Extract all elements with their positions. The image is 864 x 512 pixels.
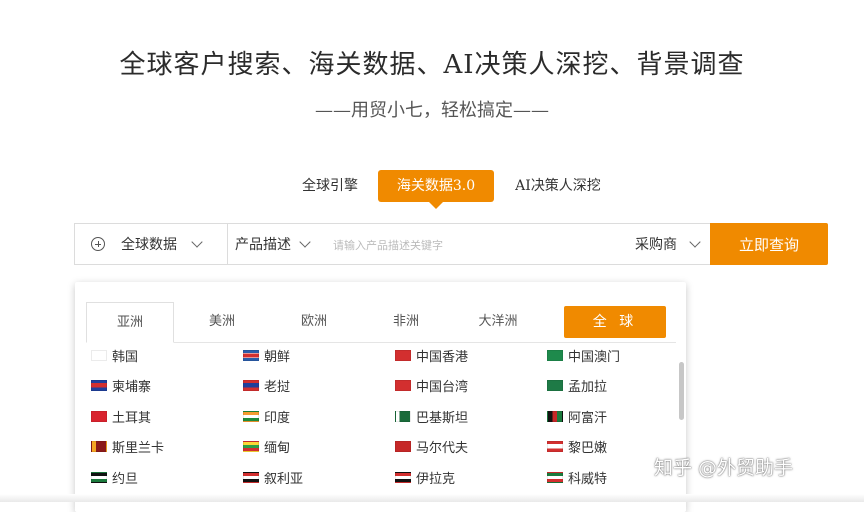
flag-kp-icon bbox=[243, 349, 259, 361]
flag-tr-icon bbox=[91, 410, 107, 422]
country-item[interactable]: 阿富汗 bbox=[547, 405, 607, 427]
country-label: 中国台湾 bbox=[416, 380, 469, 395]
country-label: 土耳其 bbox=[112, 410, 152, 426]
country-item[interactable]: 巴基斯坦 bbox=[395, 405, 468, 427]
flag-jo-icon bbox=[91, 471, 107, 483]
country-label: 黎巴嫩 bbox=[568, 441, 608, 456]
country-item[interactable]: 孟加拉 bbox=[547, 375, 607, 397]
country-item[interactable]: 中国台湾 bbox=[395, 375, 468, 397]
country-label: 孟加拉 bbox=[568, 380, 608, 395]
flag-la-icon bbox=[243, 380, 259, 391]
country-label: 约旦 bbox=[112, 471, 139, 487]
country-item[interactable]: 印度 bbox=[243, 405, 290, 427]
hero-subtitle: ——用贸小七，轻松搞定—— bbox=[315, 100, 549, 121]
country-item[interactable]: 约旦 bbox=[91, 466, 138, 488]
flag-af-icon bbox=[547, 410, 563, 422]
flag-sy-icon bbox=[243, 471, 259, 483]
search-field-label: 产品描述 bbox=[235, 237, 291, 253]
country-item[interactable]: 中国香港 bbox=[395, 344, 468, 366]
country-item[interactable]: 韩国 bbox=[91, 344, 138, 366]
flag-iq-icon bbox=[395, 471, 411, 483]
tab-customs-data[interactable]: 海关数据3.0 bbox=[378, 170, 494, 209]
country-item[interactable]: 老挝 bbox=[243, 375, 290, 397]
country-label: 科威特 bbox=[568, 471, 608, 487]
country-item[interactable]: 科威特 bbox=[547, 466, 607, 488]
data-scope-select[interactable]: 全球数据 bbox=[75, 224, 228, 264]
country-item[interactable]: 伊拉克 bbox=[395, 466, 455, 488]
tab-ai-decision-maker[interactable]: AI决策人深挖 bbox=[506, 170, 610, 202]
search-mode-tabs: 全球引擎 海关数据3.0 AI决策人深挖 bbox=[0, 170, 864, 209]
region-tab-oceania[interactable]: 大洋洲 bbox=[458, 302, 538, 342]
search-field-select[interactable]: 产品描述 bbox=[235, 224, 311, 264]
flag-mm-icon bbox=[243, 441, 259, 452]
flag-kw-icon bbox=[547, 471, 563, 483]
country-item[interactable]: 黎巴嫩 bbox=[547, 436, 607, 458]
role-label: 采购商 bbox=[635, 237, 677, 253]
flag-lk-icon bbox=[91, 441, 107, 452]
country-label: 中国澳门 bbox=[568, 349, 621, 365]
country-dropdown: 亚洲 美洲 欧洲 非洲 大洋洲 全 球 韩国 朝鲜 中国香港 中国澳门柬埔寨 老挝 中国台… bbox=[75, 282, 686, 512]
plus-circle-icon bbox=[91, 237, 105, 251]
flag-bd-icon bbox=[547, 380, 563, 391]
flag-pk-icon bbox=[395, 410, 411, 422]
country-item[interactable]: 斯里兰卡 bbox=[91, 436, 164, 458]
country-item[interactable]: 土耳其 bbox=[91, 405, 151, 427]
country-label: 阿富汗 bbox=[568, 410, 608, 426]
country-label: 马尔代夫 bbox=[416, 441, 469, 456]
watermark: 知乎 @外贸助手 bbox=[654, 457, 794, 479]
chevron-down-icon bbox=[689, 236, 701, 248]
country-label: 老挝 bbox=[264, 380, 291, 395]
search-submit-button[interactable]: 立即查询 bbox=[710, 223, 828, 265]
tab-global-engine[interactable]: 全球引擎 bbox=[292, 170, 368, 202]
flag-in-icon bbox=[243, 410, 259, 422]
flag-kh-icon bbox=[91, 380, 107, 391]
hero-title: 全球客户搜索、海关数据、AI决策人深挖、背景调查 bbox=[119, 50, 745, 80]
region-tab-europe[interactable]: 欧洲 bbox=[274, 302, 354, 342]
country-label: 印度 bbox=[264, 410, 291, 426]
region-tab-africa[interactable]: 非洲 bbox=[366, 302, 446, 342]
flag-mo-icon bbox=[547, 349, 563, 361]
flag-lb-icon bbox=[547, 441, 563, 452]
role-select[interactable]: 采购商 bbox=[635, 224, 701, 264]
chevron-down-icon bbox=[191, 236, 203, 248]
country-label: 韩国 bbox=[112, 349, 139, 365]
dropdown-scrollbar[interactable] bbox=[679, 362, 685, 512]
country-item[interactable]: 缅甸 bbox=[243, 436, 290, 458]
flag-hk-icon bbox=[395, 349, 411, 361]
region-tab-asia[interactable]: 亚洲 bbox=[86, 302, 174, 343]
flag-mv-icon bbox=[395, 441, 411, 452]
country-item[interactable]: 朝鲜 bbox=[243, 344, 290, 366]
country-label: 伊拉克 bbox=[416, 471, 456, 487]
bottom-edge bbox=[0, 494, 864, 502]
country-label: 中国香港 bbox=[416, 349, 469, 365]
flag-kr-icon bbox=[91, 349, 107, 361]
country-label: 柬埔寨 bbox=[112, 380, 152, 395]
region-all-button[interactable]: 全 球 bbox=[564, 306, 666, 338]
flag-tw-icon bbox=[395, 380, 411, 391]
country-label: 斯里兰卡 bbox=[112, 441, 165, 456]
country-label: 朝鲜 bbox=[264, 349, 291, 365]
search-input[interactable] bbox=[331, 232, 625, 258]
country-label: 巴基斯坦 bbox=[416, 410, 469, 426]
data-scope-label: 全球数据 bbox=[121, 237, 177, 253]
search-bar: 全球数据 产品描述 采购商 bbox=[74, 223, 710, 265]
country-label: 叙利亚 bbox=[264, 471, 304, 487]
country-label: 缅甸 bbox=[264, 441, 291, 456]
country-item[interactable]: 中国澳门 bbox=[547, 344, 620, 366]
country-item[interactable]: 柬埔寨 bbox=[91, 375, 151, 397]
chevron-down-icon bbox=[299, 236, 311, 248]
country-item[interactable]: 马尔代夫 bbox=[395, 436, 468, 458]
region-tab-americas[interactable]: 美洲 bbox=[182, 302, 262, 342]
country-item[interactable]: 叙利亚 bbox=[243, 466, 303, 488]
scrollbar-thumb[interactable] bbox=[679, 362, 684, 420]
